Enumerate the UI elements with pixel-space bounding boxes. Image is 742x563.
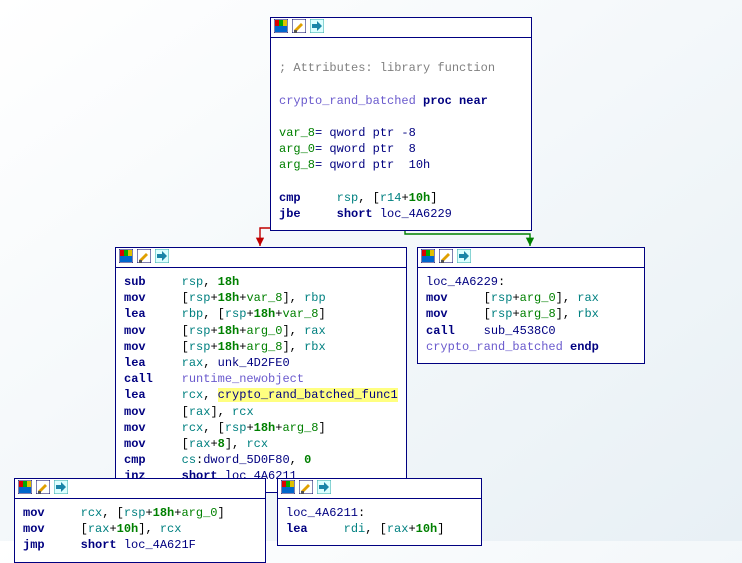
color-icon bbox=[281, 480, 295, 498]
convert-icon bbox=[317, 480, 331, 498]
proc-name: crypto_rand_batched bbox=[279, 94, 416, 108]
node-block-a[interactable]: ; Attributes: library function crypto_ra… bbox=[270, 17, 532, 231]
color-icon bbox=[274, 19, 288, 37]
node-body: loc_4A6211: lea rdi, [rax+10h] bbox=[278, 499, 481, 545]
convert-icon bbox=[155, 249, 169, 267]
node-block-b[interactable]: sub rsp, 18h mov [rsp+18h+var_8], rbp le… bbox=[115, 247, 407, 493]
node-body: mov rcx, [rsp+18h+arg_0] mov [rax+10h], … bbox=[15, 499, 265, 562]
color-icon bbox=[421, 249, 435, 267]
edit-icon bbox=[36, 480, 50, 498]
node-block-e[interactable]: loc_4A6211: lea rdi, [rax+10h] bbox=[277, 478, 482, 546]
edit-icon bbox=[292, 19, 306, 37]
node-block-d[interactable]: mov rcx, [rsp+18h+arg_0] mov [rax+10h], … bbox=[14, 478, 266, 563]
edit-icon bbox=[439, 249, 453, 267]
node-titlebar bbox=[418, 248, 644, 268]
node-body: ; Attributes: library function crypto_ra… bbox=[271, 38, 531, 230]
node-titlebar bbox=[271, 18, 531, 38]
asm-comment: ; Attributes: library function bbox=[279, 61, 495, 75]
block-label: loc_4A6229 bbox=[426, 275, 498, 289]
node-block-c[interactable]: loc_4A6229: mov [rsp+arg_0], rax mov [rs… bbox=[417, 247, 645, 364]
highlighted-symbol: crypto_rand_batched_func1 bbox=[218, 388, 398, 402]
block-label: loc_4A6211 bbox=[286, 506, 358, 520]
node-titlebar bbox=[278, 479, 481, 499]
convert-icon bbox=[310, 19, 324, 37]
convert-icon bbox=[54, 480, 68, 498]
convert-icon bbox=[457, 249, 471, 267]
color-icon bbox=[119, 249, 133, 267]
node-titlebar bbox=[116, 248, 406, 268]
edit-icon bbox=[137, 249, 151, 267]
node-body: loc_4A6229: mov [rsp+arg_0], rax mov [rs… bbox=[418, 268, 644, 363]
node-titlebar bbox=[15, 479, 265, 499]
color-icon bbox=[18, 480, 32, 498]
edit-icon bbox=[299, 480, 313, 498]
node-body: sub rsp, 18h mov [rsp+18h+var_8], rbp le… bbox=[116, 268, 406, 492]
